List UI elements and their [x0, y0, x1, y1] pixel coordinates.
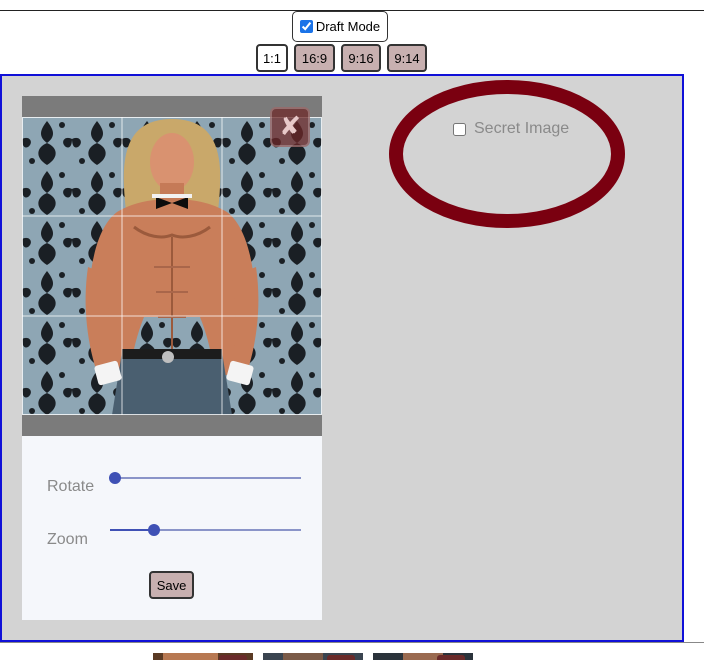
secret-image-oval — [389, 80, 625, 228]
save-button[interactable]: Save — [149, 571, 194, 599]
image-cropper: ✘ Rotate Zoom Save — [22, 96, 322, 620]
rotate-label: Rotate — [47, 478, 95, 495]
crop-area[interactable]: ✘ — [22, 96, 322, 436]
ratio-button-9-14[interactable]: 9:14 — [387, 44, 427, 72]
zoom-slider-thumb[interactable] — [148, 524, 160, 536]
rotate-slider-track[interactable] — [115, 477, 301, 479]
secret-image-toggle[interactable]: Secret Image — [453, 120, 569, 138]
ratio-button-16-9[interactable]: 16:9 — [294, 44, 335, 72]
thumbnail-1-image — [153, 653, 253, 660]
draft-mode-checkbox[interactable] — [299, 20, 313, 33]
thumbnail-2-image — [263, 653, 363, 660]
ratio-button-1-1[interactable]: 1:1 — [256, 44, 288, 72]
ratio-button-9-16[interactable]: 9:16 — [341, 44, 381, 72]
draft-mode-label: Draft Mode — [315, 19, 381, 34]
secret-image-label: Secret Image — [474, 120, 570, 137]
close-icon[interactable]: ✘ — [270, 107, 310, 147]
crop-image[interactable] — [22, 117, 322, 415]
rotate-slider-thumb[interactable] — [109, 472, 121, 484]
draft-mode-toggle[interactable]: Draft Mode — [292, 11, 388, 42]
thumbnail-3-image — [373, 653, 473, 660]
thumbnail-2[interactable] — [263, 650, 363, 660]
secret-image-checkbox[interactable] — [453, 122, 466, 136]
zoom-label: Zoom — [47, 531, 88, 548]
thumbnail-1[interactable] — [153, 650, 253, 660]
bottom-divider — [0, 642, 704, 643]
thumbnail-3[interactable] — [373, 650, 473, 660]
